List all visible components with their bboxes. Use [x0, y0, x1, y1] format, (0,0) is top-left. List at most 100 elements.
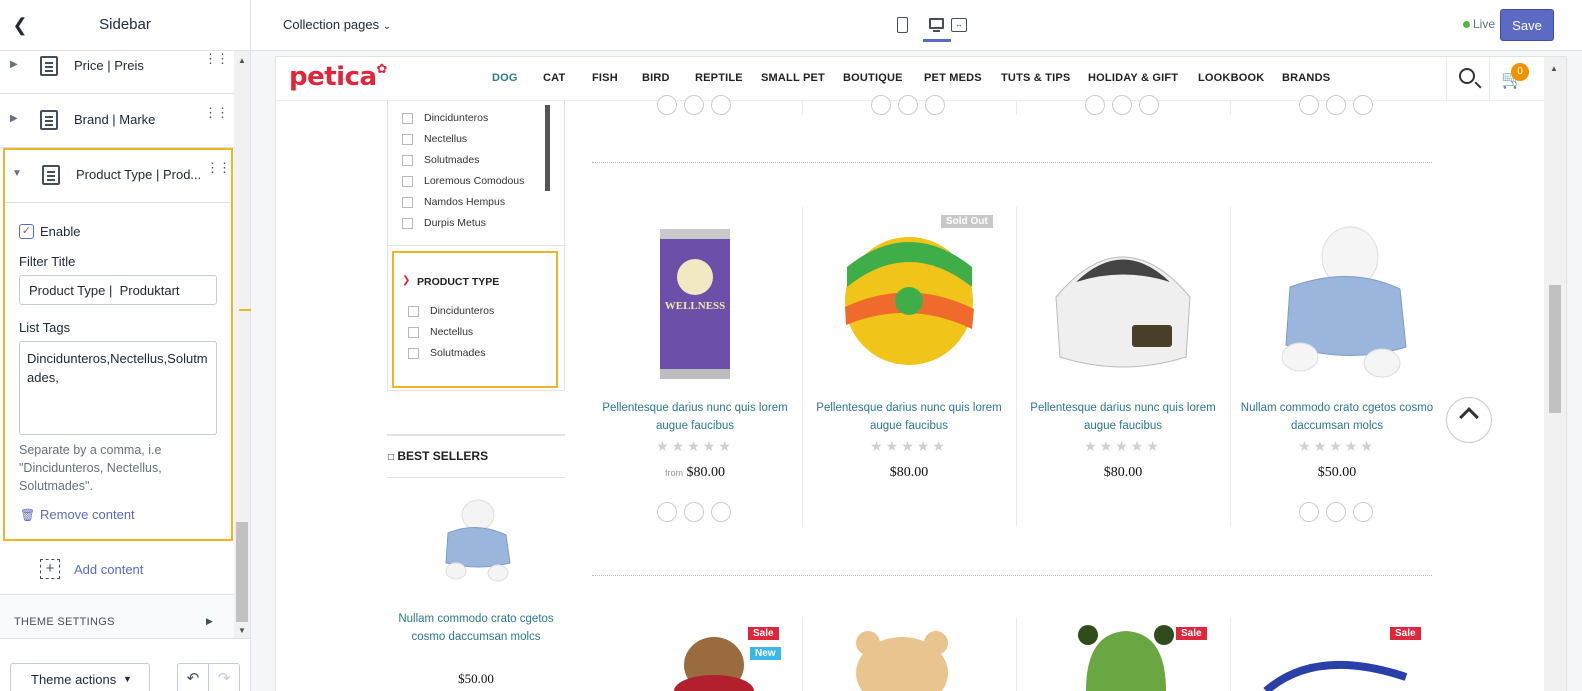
scroll-up-arrow-icon[interactable]: ▲: [1550, 64, 1558, 73]
product-name[interactable]: Pellentesque darius nunc quis lorem augu…: [1024, 399, 1222, 435]
store-logo[interactable]: petica✿: [289, 62, 387, 92]
sidebar-item-product-type[interactable]: ▼ Product Type | Prod... ⋮⋮: [5, 150, 231, 203]
color-swatch[interactable]: [1299, 95, 1319, 115]
product-image[interactable]: WELLNESS: [608, 217, 782, 385]
scrollbar-thumb[interactable]: [236, 522, 248, 622]
sidebar-item-label: Price | Preis: [74, 58, 144, 73]
filter-list-scrollbar[interactable]: [545, 105, 550, 191]
best-seller-name[interactable]: Nullam commodo crato cgetos cosmo daccum…: [396, 610, 556, 646]
sidebar-item-price[interactable]: ▶ Price | Preis ⋮⋮: [0, 51, 234, 94]
product-card[interactable]: Pellentesque darius nunc quis lorem augu…: [1016, 207, 1230, 547]
scroll-to-top-button[interactable]: [1446, 397, 1492, 443]
scrollbar-thumb[interactable]: [1549, 285, 1561, 413]
theme-actions-button[interactable]: Theme actions ▼: [10, 663, 150, 691]
checkbox[interactable]: [408, 348, 419, 359]
color-swatch[interactable]: [898, 95, 918, 115]
nav-reptile[interactable]: REPTILE: [695, 72, 743, 84]
best-seller-image[interactable]: [426, 493, 526, 593]
nav-brands[interactable]: BRANDS: [1282, 72, 1330, 84]
color-swatch[interactable]: [684, 95, 704, 115]
color-swatch[interactable]: [711, 502, 731, 522]
color-swatch[interactable]: [1326, 502, 1346, 522]
redo-button[interactable]: ↷: [208, 663, 240, 691]
color-swatch[interactable]: [1085, 95, 1105, 115]
mobile-view-icon[interactable]: [897, 17, 908, 33]
checkbox[interactable]: [402, 176, 413, 187]
color-swatch[interactable]: [657, 502, 677, 522]
checkbox[interactable]: [402, 218, 413, 229]
sidebar-header: ❮ Sidebar: [0, 0, 250, 51]
drag-handle-icon[interactable]: ⋮⋮: [206, 161, 231, 174]
product-card[interactable]: Sold Out Pellentesque darius nunc quis l…: [802, 207, 1016, 547]
page-select-dropdown[interactable]: Collection pages ⌄: [283, 17, 391, 32]
sidebar-content: ▶ Price | Preis ⋮⋮ ▶ Brand | Marke ⋮⋮ ▼ …: [0, 51, 234, 638]
help-text: Separate by a comma, i.e "Dincidunteros,…: [19, 443, 162, 493]
product-image[interactable]: [1250, 217, 1424, 385]
drag-handle-icon[interactable]: ⋮⋮: [204, 52, 229, 65]
checkbox[interactable]: [408, 327, 419, 338]
color-swatch[interactable]: [1299, 502, 1319, 522]
preview-scrollbar[interactable]: ▲: [1544, 57, 1566, 691]
caret-right-icon[interactable]: ❯: [402, 275, 410, 286]
caret-right-icon[interactable]: ▶: [10, 59, 18, 70]
checkbox[interactable]: [408, 306, 419, 317]
desktop-view-icon[interactable]: [923, 14, 951, 42]
product-type-filter: ❯ PRODUCT TYPE Dincidunteros Nectellus S…: [392, 251, 558, 388]
checkbox[interactable]: [402, 134, 413, 145]
nav-cat[interactable]: CAT: [543, 72, 565, 84]
nav-dog[interactable]: DOG: [492, 72, 518, 84]
nav-boutique[interactable]: BOUTIQUE: [843, 72, 903, 84]
checkbox[interactable]: [402, 197, 413, 208]
filter-title-input[interactable]: [19, 275, 217, 305]
save-button[interactable]: Save: [1500, 9, 1554, 41]
nav-holiday-gift[interactable]: HOLIDAY & GIFT: [1088, 72, 1178, 84]
checkbox[interactable]: [402, 155, 413, 166]
color-swatch[interactable]: [1353, 502, 1373, 522]
store-header: petica✿ DOG CAT FISH BIRD REPTILE SMALL …: [276, 57, 1566, 101]
caret-right-icon[interactable]: ▶: [10, 113, 18, 124]
scroll-up-arrow-icon[interactable]: ▲: [238, 56, 246, 65]
product-name[interactable]: Pellentesque darius nunc quis lorem augu…: [810, 399, 1008, 435]
color-swatch[interactable]: [925, 95, 945, 115]
product-card[interactable]: Nullam commodo crato cgetos cosmo daccum…: [1230, 207, 1444, 547]
sidebar-item-brand[interactable]: ▶ Brand | Marke ⋮⋮: [0, 95, 234, 148]
caret-down-icon[interactable]: ▼: [12, 168, 22, 179]
store-search-button[interactable]: [1446, 57, 1490, 101]
sidebar-scrollbar[interactable]: ▲ ▼: [234, 51, 250, 638]
color-swatch[interactable]: [1139, 95, 1159, 115]
color-swatch[interactable]: [871, 95, 891, 115]
nav-bird[interactable]: BIRD: [642, 72, 670, 84]
drag-handle-icon[interactable]: ⋮⋮: [204, 106, 229, 119]
product-image[interactable]: [836, 625, 966, 691]
enable-checkbox[interactable]: ✓: [19, 224, 34, 239]
product-name[interactable]: Pellentesque darius nunc quis lorem augu…: [596, 399, 794, 435]
color-swatch[interactable]: [657, 95, 677, 115]
product-image[interactable]: [1066, 623, 1186, 691]
theme-settings-button[interactable]: THEME SETTINGS ▶: [0, 596, 234, 638]
nav-pet-meds[interactable]: PET MEDS: [924, 72, 982, 84]
sale-badge: Sale: [1176, 627, 1207, 640]
nav-lookbook[interactable]: LOOKBOOK: [1198, 72, 1264, 84]
color-swatch[interactable]: [1353, 95, 1373, 115]
undo-button[interactable]: ↶: [177, 663, 209, 691]
nav-tuts-tips[interactable]: TUTS & TIPS: [1001, 72, 1070, 84]
scroll-down-arrow-icon[interactable]: ▼: [238, 626, 246, 635]
add-content-button[interactable]: + Add content: [0, 545, 234, 595]
product-card[interactable]: WELLNESS Pellentesque darius nunc quis l…: [588, 207, 802, 547]
product-image[interactable]: [822, 217, 996, 385]
nav-fish[interactable]: FISH: [592, 72, 618, 84]
product-image[interactable]: [1256, 637, 1416, 691]
checkbox[interactable]: [402, 113, 413, 124]
document-icon: [40, 56, 58, 76]
color-swatch[interactable]: [711, 95, 731, 115]
list-tags-textarea[interactable]: Dincidunteros,Nectellus,Solutmades,: [19, 341, 217, 435]
product-image[interactable]: [1036, 217, 1210, 385]
product-price: from $80.00: [665, 465, 725, 480]
fullscreen-view-icon[interactable]: ↔: [951, 18, 967, 32]
add-content-label: Add content: [74, 562, 144, 577]
color-swatch[interactable]: [1112, 95, 1132, 115]
color-swatch[interactable]: [684, 502, 704, 522]
color-swatch[interactable]: [1326, 95, 1346, 115]
nav-small-pet[interactable]: SMALL PET: [761, 72, 825, 84]
product-name[interactable]: Nullam commodo crato cgetos cosmo daccum…: [1238, 399, 1436, 435]
